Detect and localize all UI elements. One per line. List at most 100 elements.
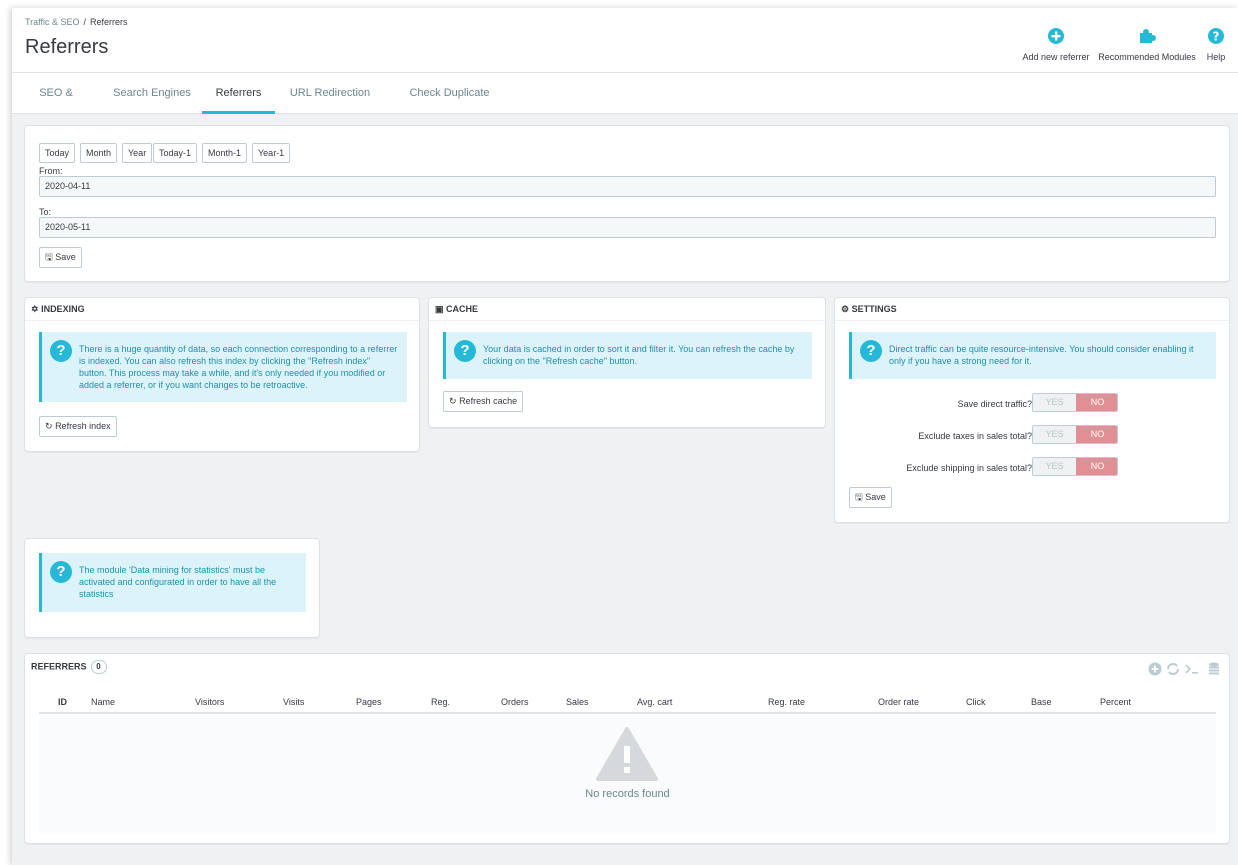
column-order-rate[interactable]: Order rate xyxy=(878,697,919,707)
exclude-taxes-label: Exclude taxes in sales total? xyxy=(918,431,1032,441)
add-icon[interactable] xyxy=(1147,661,1163,677)
refresh-index-label: Refresh index xyxy=(55,421,111,431)
database-icon[interactable] xyxy=(1206,661,1222,677)
floppy-icon: 🖫 xyxy=(45,252,53,262)
cache-title: ▣ CACHE xyxy=(435,304,479,314)
module-notice-text: The module 'Data mining for statistics' … xyxy=(79,565,277,599)
column-percent[interactable]: Percent xyxy=(1100,697,1131,707)
indexing-title: ✡ INDEXING xyxy=(31,304,85,314)
column-reg-rate[interactable]: Reg. rate xyxy=(768,697,805,707)
tab-seo-urls[interactable]: SEO & URLs xyxy=(26,73,86,140)
warning-icon xyxy=(596,727,658,781)
column-base[interactable]: Base xyxy=(1031,697,1052,707)
switch-no-option[interactable]: NO xyxy=(1076,458,1117,475)
page-title: Referrers xyxy=(25,36,109,58)
date-save-button[interactable]: 🖫 Save xyxy=(39,247,82,268)
from-date-input[interactable]: 2020-04-11 xyxy=(39,176,1216,197)
breadcrumb-current: Referrers xyxy=(90,17,128,27)
settings-panel: ⚙ SETTINGS ? Direct traffic can be quite… xyxy=(834,297,1230,523)
column-avg-cart[interactable]: Avg. cart xyxy=(637,697,672,707)
referrers-table-panel: REFERRERS 0 ID Name Visitors Visits Pages… xyxy=(24,653,1230,844)
switch-no-option[interactable]: NO xyxy=(1076,426,1117,443)
indexing-panel: ✡ INDEXING ? There is a huge quantity of… xyxy=(24,297,420,452)
column-id[interactable]: ID xyxy=(58,697,67,707)
save-direct-traffic-switch[interactable]: YES NO xyxy=(1032,393,1118,412)
help-button[interactable]: ? Help xyxy=(1204,26,1228,62)
referrers-title: REFERRERS 0 xyxy=(31,660,107,674)
gear-icon: ⚙ xyxy=(841,304,850,314)
tab-referrers[interactable]: Referrers xyxy=(202,73,275,114)
settings-save-button[interactable]: 🖫 Save xyxy=(849,487,892,508)
empty-state-text: No records found xyxy=(585,788,670,800)
help-label: Help xyxy=(1206,52,1226,62)
question-circle-icon: ? xyxy=(50,340,72,362)
switch-yes-option[interactable]: YES xyxy=(1033,458,1076,475)
cache-info-text: Your data is cached in order to sort it … xyxy=(483,344,795,366)
exclude-shipping-switch[interactable]: YES NO xyxy=(1032,457,1118,476)
puzzle-icon xyxy=(1140,29,1156,43)
cache-info-alert: ? Your data is cached in order to sort i… xyxy=(443,332,812,379)
column-visits[interactable]: Visits xyxy=(283,697,304,707)
empty-state: No records found xyxy=(39,714,1216,834)
quick-date-today-button[interactable]: Today xyxy=(39,143,76,163)
indexing-info-text: There is a huge quantity of data, so eac… xyxy=(79,344,398,390)
column-click[interactable]: Click xyxy=(966,697,986,707)
tab-check-duplicate-urls[interactable]: Check Duplicate URLs xyxy=(397,73,502,140)
add-new-referrer-label: Add new referrer xyxy=(1022,52,1090,62)
switch-yes-option[interactable]: YES xyxy=(1033,394,1076,411)
column-pages[interactable]: Pages xyxy=(356,697,382,707)
exclude-shipping-label: Exclude shipping in sales total? xyxy=(906,463,1032,473)
column-visitors[interactable]: Visitors xyxy=(195,697,224,707)
quick-date-today-1-button[interactable]: Today-1 xyxy=(153,143,198,163)
plus-circle-icon xyxy=(1048,28,1064,44)
briefcase-icon: ▣ xyxy=(435,304,444,314)
question-circle-icon: ? xyxy=(1208,28,1224,44)
refresh-cache-label: Refresh cache xyxy=(459,396,518,406)
svg-text:?: ? xyxy=(1213,30,1220,44)
settings-info-alert: ? Direct traffic can be quite resource-i… xyxy=(849,332,1216,379)
tab-url-redirection[interactable]: URL Redirection xyxy=(288,73,372,114)
column-orders[interactable]: Orders xyxy=(501,697,529,707)
quick-date-year-1-button[interactable]: Year-1 xyxy=(252,143,291,163)
date-range-panel: Today Month Year Today-1 Month-1 Year-1 … xyxy=(24,125,1230,282)
column-name[interactable]: Name xyxy=(91,697,115,707)
column-reg[interactable]: Reg. xyxy=(431,697,450,707)
column-sales[interactable]: Sales xyxy=(566,697,589,707)
tab-bar: SEO & URLs Search Engines Referrers URL … xyxy=(12,73,1238,140)
switch-yes-option[interactable]: YES xyxy=(1033,426,1076,443)
date-save-label: Save xyxy=(55,252,76,262)
save-direct-traffic-label: Save direct traffic? xyxy=(957,399,1032,409)
question-circle-icon: ? xyxy=(50,561,72,583)
module-notice-alert: ? The module 'Data mining for statistics… xyxy=(39,553,306,612)
question-circle-icon: ? xyxy=(860,340,882,362)
breadcrumb-separator: / xyxy=(83,17,87,27)
refresh-icon: ↻ xyxy=(449,396,457,406)
settings-save-label: Save xyxy=(865,492,886,502)
settings-title: ⚙ SETTINGS xyxy=(841,304,897,314)
module-notice-panel: ? The module 'Data mining for statistics… xyxy=(24,538,320,638)
from-label: From: xyxy=(39,166,63,176)
recommended-modules-button[interactable]: Recommended Modules xyxy=(1096,26,1198,62)
tab-search-engines[interactable]: Search Engines xyxy=(112,73,192,114)
refresh-cache-button[interactable]: ↻ Refresh cache xyxy=(443,391,524,412)
quick-date-year-button[interactable]: Year xyxy=(122,143,153,163)
to-label: To: xyxy=(39,207,52,217)
quick-date-month-button[interactable]: Month xyxy=(80,143,118,163)
quick-date-month-1-button[interactable]: Month-1 xyxy=(202,143,248,163)
breadcrumb: Traffic & SEO / Referrers xyxy=(25,17,128,27)
page-header: Traffic & SEO / Referrers Referrers Add ne… xyxy=(12,8,1238,73)
indexing-info-alert: ? There is a huge quantity of data, so e… xyxy=(39,332,407,402)
sql-query-icon[interactable] xyxy=(1184,661,1200,677)
referrers-count-badge: 0 xyxy=(90,660,107,674)
admin-frame: Traffic & SEO / Referrers Referrers Add ne… xyxy=(12,8,1238,865)
cache-panel: ▣ CACHE ? Your data is cached in order t… xyxy=(428,297,826,428)
exclude-taxes-switch[interactable]: YES NO xyxy=(1032,425,1118,444)
refresh-index-button[interactable]: ↻ Refresh index xyxy=(39,416,117,437)
add-new-referrer-button[interactable]: Add new referrer xyxy=(1016,26,1096,62)
to-date-input[interactable]: 2020-05-11 xyxy=(39,217,1216,238)
refresh-list-icon[interactable] xyxy=(1165,661,1181,677)
switch-no-option[interactable]: NO xyxy=(1076,394,1117,411)
question-circle-icon: ? xyxy=(454,340,476,362)
expand-icon: ✡ xyxy=(31,304,39,314)
breadcrumb-parent[interactable]: Traffic & SEO xyxy=(25,17,80,27)
